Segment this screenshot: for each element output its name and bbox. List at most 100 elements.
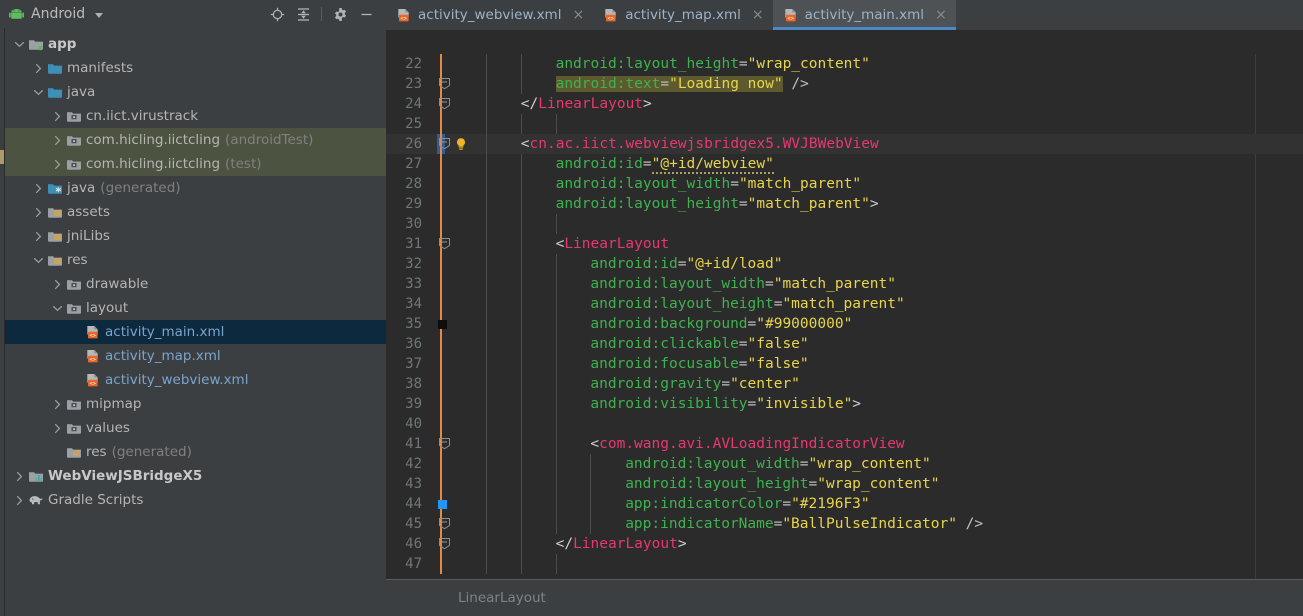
indent-guide xyxy=(520,114,522,134)
line-number[interactable]: 31 xyxy=(386,234,422,254)
fold-marker-icon[interactable] xyxy=(438,77,452,91)
fold-marker-icon[interactable] xyxy=(438,237,452,251)
indent-guide xyxy=(486,434,487,454)
fold-marker-icon[interactable] xyxy=(438,137,452,151)
tree-item-mipmap[interactable]: mipmap xyxy=(5,392,386,416)
close-icon[interactable]: × xyxy=(572,8,584,22)
color-swatch-icon[interactable] xyxy=(438,500,447,509)
fold-marker-icon[interactable] xyxy=(438,537,452,551)
chevron-down-icon[interactable] xyxy=(95,12,104,18)
line-number[interactable]: 30 xyxy=(386,214,422,234)
chevron-down-icon[interactable] xyxy=(49,303,65,314)
tree-item-assets[interactable]: assets xyxy=(5,200,386,224)
line-number[interactable]: 33 xyxy=(386,274,422,294)
line-number[interactable]: 22 xyxy=(386,54,422,74)
tree-item-values[interactable]: values xyxy=(5,416,386,440)
close-icon[interactable]: × xyxy=(935,8,947,22)
line-number[interactable]: 39 xyxy=(386,394,422,414)
project-tree[interactable]: app manifests java cn.iict.virustrack com.hi… xyxy=(5,28,386,616)
fold-marker-icon[interactable] xyxy=(438,97,452,111)
code-text: <LinearLayout xyxy=(556,234,670,254)
tree-item-webviewjsbridgex5[interactable]: WebViewJSBridgeX5 xyxy=(5,464,386,488)
vcs-change-bar xyxy=(440,174,442,194)
chevron-right-icon[interactable] xyxy=(49,159,65,170)
indent-guide xyxy=(520,454,522,474)
line-number[interactable]: 28 xyxy=(386,174,422,194)
tree-item-com-hicling-iictcling[interactable]: com.hicling.iictcling (test) xyxy=(5,152,386,176)
tree-item-app[interactable]: app xyxy=(5,32,386,56)
chevron-down-icon[interactable] xyxy=(30,255,46,266)
tree-item-manifests[interactable]: manifests xyxy=(5,56,386,80)
fold-marker-icon[interactable] xyxy=(438,437,452,451)
package-icon xyxy=(65,133,82,147)
locate-icon[interactable] xyxy=(267,4,287,24)
chevron-right-icon[interactable] xyxy=(30,207,46,218)
collapse-all-icon[interactable] xyxy=(293,4,313,24)
line-number[interactable]: 41 xyxy=(386,434,422,454)
indent-guide xyxy=(486,194,487,214)
tree-item-java[interactable]: java (generated) xyxy=(5,176,386,200)
vcs-change-bar xyxy=(440,334,442,354)
chevron-right-icon[interactable] xyxy=(49,423,65,434)
chevron-right-icon[interactable] xyxy=(49,111,65,122)
tree-item-gradle-scripts[interactable]: Gradle Scripts xyxy=(5,488,386,512)
line-number[interactable]: 45 xyxy=(386,514,422,534)
code-token-attr: android:layout_height xyxy=(555,56,739,72)
chevron-right-icon[interactable] xyxy=(30,183,46,194)
chevron-down-icon[interactable] xyxy=(30,87,46,98)
tree-item-activity-map-xml[interactable]: <> activity_map.xml xyxy=(5,344,386,368)
line-number[interactable]: 23 xyxy=(386,74,422,94)
fold-marker-icon[interactable] xyxy=(438,517,452,531)
line-number[interactable]: 37 xyxy=(386,354,422,374)
intention-bulb-icon[interactable] xyxy=(454,137,468,151)
line-number[interactable]: 32 xyxy=(386,254,422,274)
chevron-down-icon[interactable] xyxy=(11,39,27,50)
gear-icon[interactable] xyxy=(330,4,350,24)
chevron-right-icon[interactable] xyxy=(49,399,65,410)
line-number[interactable]: 36 xyxy=(386,334,422,354)
project-view-selector[interactable]: Android xyxy=(9,6,104,22)
line-number[interactable]: 29 xyxy=(386,194,422,214)
close-icon[interactable]: × xyxy=(752,8,764,22)
tree-item-res[interactable]: res xyxy=(5,248,386,272)
tree-item-res[interactable]: res (generated) xyxy=(5,440,386,464)
tree-item-com-hicling-iictcling[interactable]: com.hicling.iictcling (androidTest) xyxy=(5,128,386,152)
minimize-icon[interactable] xyxy=(356,4,376,24)
line-number[interactable]: 47 xyxy=(386,554,422,574)
tree-item-drawable[interactable]: drawable xyxy=(5,272,386,296)
chevron-right-icon[interactable] xyxy=(11,471,27,482)
code-text: android:text="Loading now" /> xyxy=(555,74,809,94)
line-number[interactable]: 43 xyxy=(386,474,422,494)
breadcrumb-item[interactable]: LinearLayout xyxy=(458,590,546,606)
line-number[interactable]: 26 xyxy=(386,134,422,154)
editor-tab-activity-map-xml[interactable]: <> activity_map.xml × xyxy=(593,0,772,30)
code-editor[interactable]: 22 android:layout_height="wrap_content" 23… xyxy=(386,54,1303,579)
tree-item-cn-iict-virustrack[interactable]: cn.iict.virustrack xyxy=(5,104,386,128)
code-token-attr: android:layout_width xyxy=(625,456,800,472)
chevron-right-icon[interactable] xyxy=(49,135,65,146)
tree-item-jnilibs[interactable]: jniLibs xyxy=(5,224,386,248)
line-number[interactable]: 44 xyxy=(386,494,422,514)
editor-tab-activity-webview-xml[interactable]: <> activity_webview.xml × xyxy=(386,0,593,30)
line-number[interactable]: 24 xyxy=(386,94,422,114)
line-number[interactable]: 42 xyxy=(386,454,422,474)
tree-item-java[interactable]: java xyxy=(5,80,386,104)
line-number[interactable]: 27 xyxy=(386,154,422,174)
line-number[interactable]: 46 xyxy=(386,534,422,554)
chevron-right-icon[interactable] xyxy=(11,495,27,506)
tree-item-activity-webview-xml[interactable]: <> activity_webview.xml xyxy=(5,368,386,392)
tree-item-activity-main-xml[interactable]: <> activity_main.xml xyxy=(5,320,386,344)
line-number[interactable]: 35 xyxy=(386,314,422,334)
editor-tab-activity-main-xml[interactable]: <> activity_main.xml × xyxy=(772,0,956,30)
line-number[interactable]: 34 xyxy=(386,294,422,314)
line-number[interactable]: 25 xyxy=(386,114,422,134)
chevron-right-icon[interactable] xyxy=(49,279,65,290)
code-line: 27 android:id="@+id/webview" xyxy=(386,154,1303,174)
indent-guide xyxy=(486,74,487,94)
line-number[interactable]: 40 xyxy=(386,414,422,434)
line-number[interactable]: 38 xyxy=(386,374,422,394)
tree-item-layout[interactable]: layout xyxy=(5,296,386,320)
chevron-right-icon[interactable] xyxy=(30,231,46,242)
chevron-right-icon[interactable] xyxy=(30,63,46,74)
color-swatch-icon[interactable] xyxy=(438,320,447,329)
